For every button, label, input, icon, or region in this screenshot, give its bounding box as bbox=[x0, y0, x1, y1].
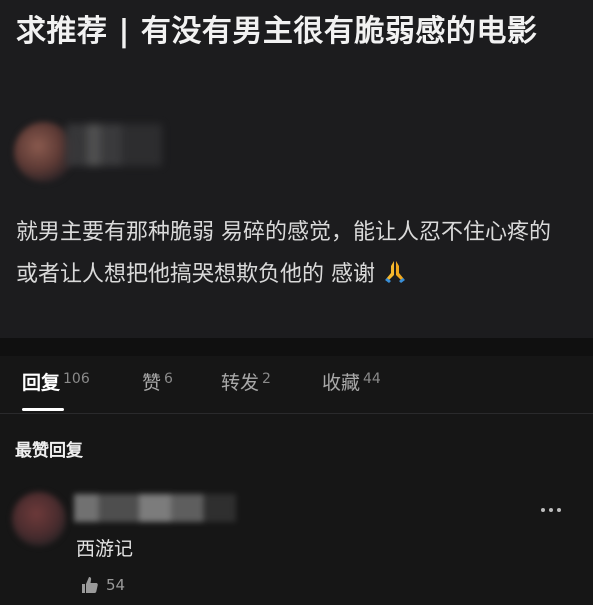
tab-replies-count: 106 bbox=[63, 371, 90, 387]
author-avatar[interactable] bbox=[14, 122, 74, 182]
top-replies-heading: 最赞回复 bbox=[15, 441, 83, 461]
folded-hands-icon bbox=[382, 257, 408, 299]
more-dots-icon[interactable] bbox=[541, 508, 565, 516]
author-info[interactable] bbox=[14, 118, 164, 184]
tab-likes-count: 6 bbox=[164, 371, 173, 387]
tab-likes-label: 赞 bbox=[142, 372, 162, 394]
thumbs-up-icon bbox=[82, 577, 98, 593]
comment-like-button[interactable]: 54 bbox=[80, 574, 125, 596]
active-tab-indicator bbox=[22, 408, 64, 411]
tab-reposts[interactable]: 转发 2 bbox=[221, 368, 271, 395]
section-divider bbox=[0, 338, 593, 356]
tab-reposts-label: 转发 bbox=[221, 372, 260, 394]
tab-favorites[interactable]: 收藏 44 bbox=[322, 368, 381, 395]
tab-bar: 回复 106 赞6 转发 2 收藏 44 bbox=[0, 356, 593, 414]
post-card: 求推荐 | 有没有男主很有脆弱感的电影 就男主要有那种脆弱 易碎的感觉，能让人忍… bbox=[0, 0, 593, 338]
tab-replies-label: 回复 bbox=[22, 372, 61, 394]
commenter-avatar[interactable] bbox=[12, 492, 66, 546]
tab-replies[interactable]: 回复 106 bbox=[22, 368, 90, 395]
comment-like-count: 54 bbox=[106, 576, 126, 594]
post-body: 就男主要有那种脆弱 易碎的感觉，能让人忍不住心疼的 或者让人想把他搞哭想欺负他的… bbox=[16, 212, 576, 299]
post-body-text: 就男主要有那种脆弱 易碎的感觉，能让人忍不住心疼的 或者让人想把他搞哭想欺负他的… bbox=[16, 220, 551, 287]
tab-reposts-count: 2 bbox=[262, 371, 271, 387]
comment-item: 西游记 54 bbox=[0, 484, 593, 605]
tab-favorites-count: 44 bbox=[363, 371, 381, 387]
post-title: 求推荐 | 有没有男主很有脆弱感的电影 bbox=[16, 14, 538, 49]
tab-likes[interactable]: 赞6 bbox=[142, 368, 173, 395]
author-name-blurred[interactable] bbox=[66, 124, 162, 166]
comment-text: 西游记 bbox=[76, 538, 134, 560]
commenter-name-blurred[interactable] bbox=[74, 494, 236, 522]
tab-favorites-label: 收藏 bbox=[322, 372, 361, 394]
